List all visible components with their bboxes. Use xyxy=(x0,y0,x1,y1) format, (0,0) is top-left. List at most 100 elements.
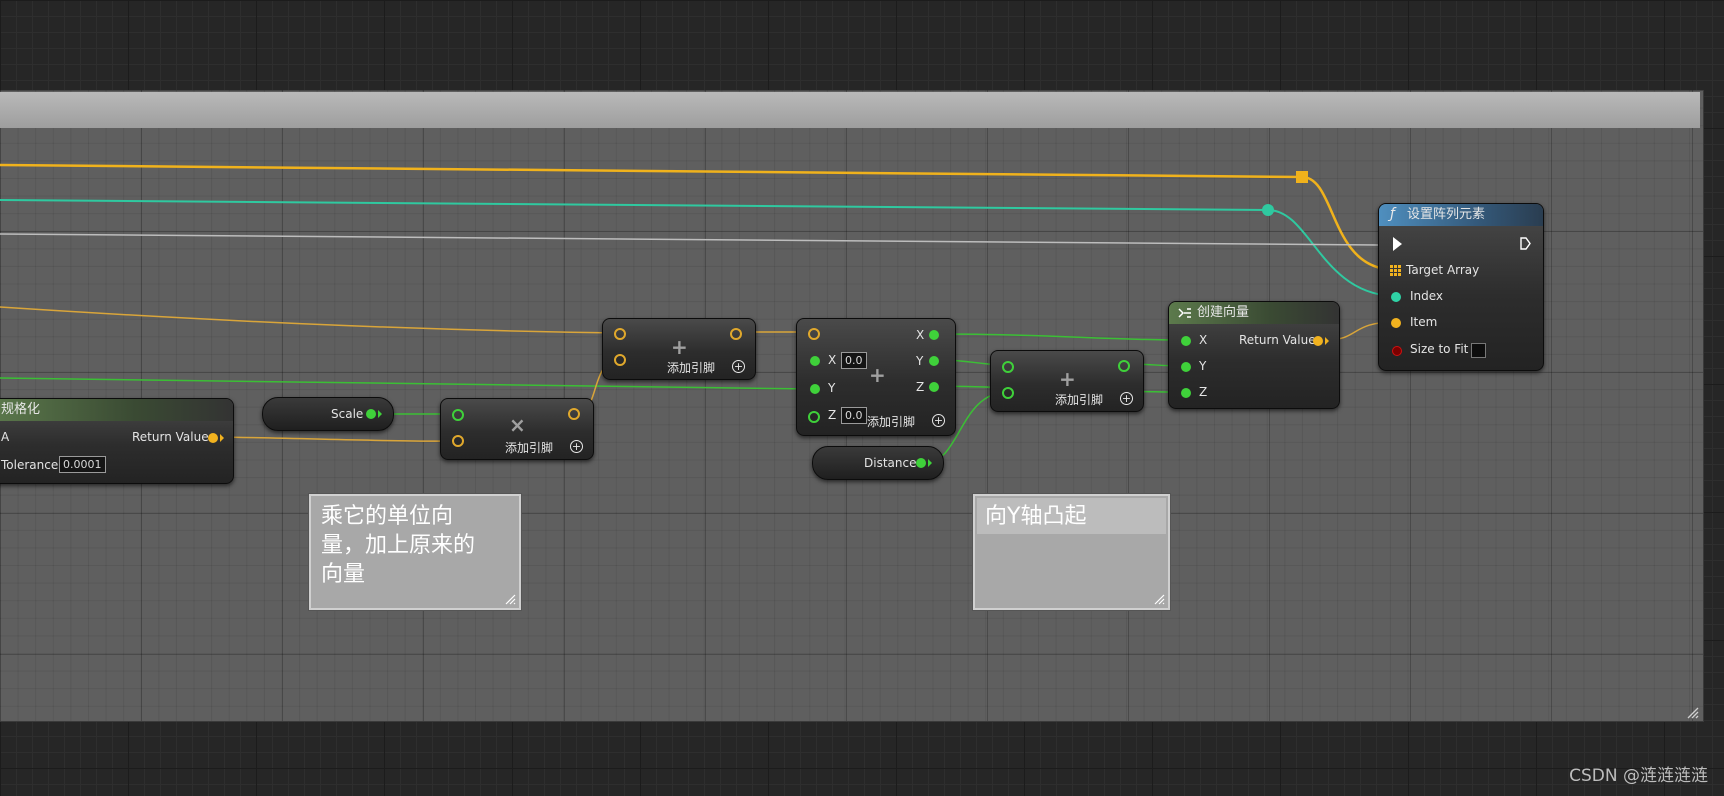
note-line-3: 向量 xyxy=(321,562,366,587)
pin-addvec-out-z[interactable] xyxy=(929,382,939,392)
add-symbol-icon: + xyxy=(869,363,886,387)
pin-return-arrow-icon xyxy=(1325,337,1329,345)
pin-label-tolerance: Tolerance xyxy=(1,458,59,472)
comment-note-1[interactable]: 乘它的单位向 量，加上原来的 向量 xyxy=(309,494,521,610)
add-pin-label[interactable]: 添加引脚 xyxy=(1055,391,1103,408)
reroute-knot-index[interactable] xyxy=(1262,204,1274,216)
wire-normalize-multiply xyxy=(214,436,456,442)
pin-addvec-y[interactable] xyxy=(810,384,820,394)
size-to-fit-checkbox[interactable] xyxy=(1471,343,1486,358)
pin-scale-out[interactable] xyxy=(366,409,376,419)
exec-out-icon[interactable] xyxy=(1520,237,1531,250)
pin-label-y: Y xyxy=(828,381,836,395)
watermark: CSDN @涟涟涟涟 xyxy=(1569,766,1708,786)
pin-return[interactable] xyxy=(208,433,218,443)
node-distance[interactable]: Distance xyxy=(812,446,944,480)
note-resize-grip-icon[interactable] xyxy=(1153,593,1165,605)
pin-add2-out[interactable] xyxy=(1118,360,1130,372)
note-text[interactable]: 乘它的单位向 量，加上原来的 向量 xyxy=(321,502,475,589)
wire-x xyxy=(939,333,1187,341)
pin-addvec-z[interactable] xyxy=(808,411,820,423)
pin-arrow-icon xyxy=(928,459,932,467)
pin-make-return[interactable] xyxy=(1313,336,1323,346)
pin-multiply-a[interactable] xyxy=(452,409,464,421)
pin-index[interactable] xyxy=(1391,292,1401,302)
add-pin-icon[interactable]: + xyxy=(570,440,583,453)
pin-add1-out[interactable] xyxy=(730,328,742,340)
add-pin-label[interactable]: 添加引脚 xyxy=(867,413,915,430)
pin-label-x: X xyxy=(828,353,837,367)
pin-label-out-z: Z xyxy=(916,380,925,394)
pin-addvec-x[interactable] xyxy=(810,356,820,366)
pin-item[interactable] xyxy=(1391,318,1401,328)
note-resize-grip-icon[interactable] xyxy=(504,593,516,605)
pin-label-size-to-fit: Size to Fit xyxy=(1410,342,1469,356)
add-pin-label[interactable]: 添加引脚 xyxy=(667,359,715,376)
node-title: 规格化 xyxy=(0,399,233,421)
note-line-1: 乘它的单位向 xyxy=(321,504,454,529)
add-pin-icon[interactable]: + xyxy=(932,414,945,427)
z-input[interactable]: 0.0 xyxy=(841,407,867,424)
pin-label-index: Index xyxy=(1410,289,1444,303)
pin-label-return: Return Value xyxy=(132,430,209,444)
pin-add2-b[interactable] xyxy=(1002,387,1014,399)
node-normalize[interactable]: 规格化 A Return Value Tolerance 0.0001 xyxy=(0,398,234,484)
add-pin-icon[interactable]: + xyxy=(1120,392,1133,405)
pin-add1-b[interactable] xyxy=(614,354,626,366)
pin-addvec-out-y[interactable] xyxy=(929,356,939,366)
x-input[interactable]: 0.0 xyxy=(841,352,867,369)
pin-addvec-out-x[interactable] xyxy=(929,330,939,340)
pin-label-z: Z xyxy=(1199,385,1208,399)
add-symbol-icon: + xyxy=(671,335,688,359)
pin-label-item: Item xyxy=(1410,315,1438,329)
pin-make-x[interactable] xyxy=(1181,336,1191,346)
function-icon: ƒ xyxy=(1390,206,1395,222)
pin-label-x: X xyxy=(1199,333,1208,347)
pin-return-arrow-icon xyxy=(220,434,224,442)
pin-label-return: Return Value xyxy=(1239,333,1316,347)
wire-index xyxy=(0,199,1393,297)
distance-label: Distance xyxy=(864,456,917,470)
pin-add2-a[interactable] xyxy=(1002,361,1014,373)
scale-label: Scale xyxy=(331,407,364,421)
array-pin-icon[interactable] xyxy=(1390,265,1401,276)
node-scale[interactable]: Scale xyxy=(262,397,394,431)
pin-multiply-b[interactable] xyxy=(452,435,464,447)
wire-exec xyxy=(0,233,1379,246)
pin-label-z: Z xyxy=(828,408,837,422)
pin-add1-a[interactable] xyxy=(614,328,626,340)
pin-make-y[interactable] xyxy=(1181,362,1191,372)
add-symbol-icon: + xyxy=(1059,367,1076,391)
pin-label-out-y: Y xyxy=(916,354,924,368)
pin-addvec-a[interactable] xyxy=(808,328,820,340)
pin-label-a: A xyxy=(1,430,10,444)
add-pin-label[interactable]: 添加引脚 xyxy=(505,439,553,456)
node-title: 设置阵列元素 xyxy=(1379,204,1543,226)
add-pin-icon[interactable]: + xyxy=(732,360,745,373)
pin-distance-out[interactable] xyxy=(916,458,926,468)
pin-make-z[interactable] xyxy=(1181,388,1191,398)
note-line-2: 量，加上原来的 xyxy=(321,533,476,558)
node-make-vector[interactable]: 创建向量 X Y Z Return Value xyxy=(1168,301,1340,409)
reroute-knot-array[interactable] xyxy=(1296,171,1308,183)
pin-arrow-icon xyxy=(378,410,382,418)
pin-size-to-fit[interactable] xyxy=(1392,346,1402,356)
note-text[interactable]: 向Y轴凸起 xyxy=(985,502,1086,531)
node-multiply[interactable]: × 添加引脚 + xyxy=(440,398,594,460)
node-add-2[interactable]: + 添加引脚 + xyxy=(990,350,1144,412)
node-title: 创建向量 xyxy=(1169,302,1339,324)
make-struct-icon xyxy=(1178,308,1191,318)
wire-float-a xyxy=(0,306,621,334)
node-add-1[interactable]: + 添加引脚 + xyxy=(602,318,756,380)
exec-in-icon[interactable] xyxy=(1393,237,1402,251)
pin-label-y: Y xyxy=(1199,359,1207,373)
tolerance-input[interactable]: 0.0001 xyxy=(59,456,106,473)
node-add-vector[interactable]: X 0.0 Y Z 0.0 + X Y Z 添加引脚 + xyxy=(796,318,956,436)
pin-multiply-out[interactable] xyxy=(568,408,580,420)
pin-label-target-array: Target Array xyxy=(1406,263,1480,277)
comment-note-2[interactable]: 向Y轴凸起 xyxy=(973,494,1170,610)
multiply-symbol-icon: × xyxy=(509,413,526,437)
node-set-array-elem[interactable]: 设置阵列元素 ƒ Target Array Index Item Size to… xyxy=(1378,203,1544,371)
wire-array xyxy=(0,163,1387,271)
pin-label-out-x: X xyxy=(916,328,925,342)
